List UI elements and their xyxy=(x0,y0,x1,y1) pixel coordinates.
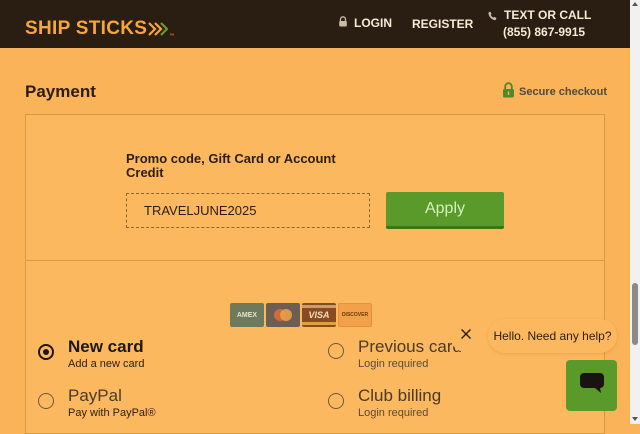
new-card-radio[interactable] xyxy=(38,344,54,360)
phone-number: (855) 867-9915 xyxy=(503,25,586,39)
scroll-down-arrow-icon[interactable] xyxy=(632,417,638,421)
secure-checkout-label: Secure checkout xyxy=(519,85,608,98)
login-link[interactable]: LOGIN xyxy=(338,16,392,30)
accepted-cards: AMEX VISA DISCOVER xyxy=(230,303,372,327)
visa-card-icon: VISA xyxy=(302,303,336,327)
apply-button[interactable]: Apply xyxy=(386,192,504,229)
scroll-up-arrow-icon[interactable] xyxy=(632,2,638,6)
lock-icon xyxy=(338,16,348,30)
amex-card-icon: AMEX xyxy=(230,303,264,327)
previous-card-subtitle: Login required xyxy=(358,358,429,370)
club-billing-title: Club billing xyxy=(358,386,442,405)
vertical-scrollbar[interactable] xyxy=(630,0,640,424)
previous-card-radio[interactable] xyxy=(328,343,344,359)
previous-card-title: Previous card xyxy=(358,337,462,356)
top-navigation-bar: SHIP STICKS ™ LOGIN REGISTER TEXT OR CAL… xyxy=(0,0,630,48)
logo-text: SHIP STICKS xyxy=(25,18,148,39)
visa-label: VISA xyxy=(308,310,330,320)
payment-heading: Payment xyxy=(25,82,96,101)
paypal-radio[interactable] xyxy=(38,393,54,409)
new-card-title: New card xyxy=(68,337,144,356)
register-link[interactable]: REGISTER xyxy=(412,17,473,31)
phone-icon xyxy=(488,9,497,26)
paypal-subtitle: Pay with PayPal® xyxy=(68,407,156,419)
visa-stripe xyxy=(302,305,336,308)
text-or-call-link[interactable]: TEXT OR CALL (855) 867-9915 xyxy=(488,7,591,41)
call-label: TEXT OR CALL xyxy=(504,8,592,22)
close-icon xyxy=(460,327,472,345)
secure-checkout-badge: Secure checkout xyxy=(502,82,607,101)
discover-card-icon: DISCOVER xyxy=(338,303,372,327)
scrollbar-thumb[interactable] xyxy=(632,283,638,345)
panel-divider xyxy=(26,260,605,261)
login-label: LOGIN xyxy=(354,16,392,30)
padlock-icon xyxy=(502,82,515,101)
paypal-title: PayPal xyxy=(68,386,122,405)
visa-stripe-bottom xyxy=(302,322,336,325)
logo-chevrons-icon xyxy=(148,22,169,36)
new-card-subtitle: Add a new card xyxy=(68,358,145,370)
logo-trademark: ™ xyxy=(169,33,175,39)
club-billing-radio[interactable] xyxy=(328,393,344,409)
chat-greeting-bubble[interactable]: Hello. Need any help? xyxy=(488,319,617,353)
club-billing-subtitle: Login required xyxy=(358,407,429,419)
chat-launcher-button[interactable] xyxy=(566,360,617,411)
promo-code-label: Promo code, Gift Card or Account Credit xyxy=(126,151,336,180)
mastercard-card-icon xyxy=(266,303,300,327)
chat-close-button[interactable] xyxy=(450,320,482,352)
ship-sticks-logo[interactable]: SHIP STICKS ™ xyxy=(25,18,175,40)
chat-icon xyxy=(579,371,605,400)
promo-code-input[interactable] xyxy=(126,193,370,228)
